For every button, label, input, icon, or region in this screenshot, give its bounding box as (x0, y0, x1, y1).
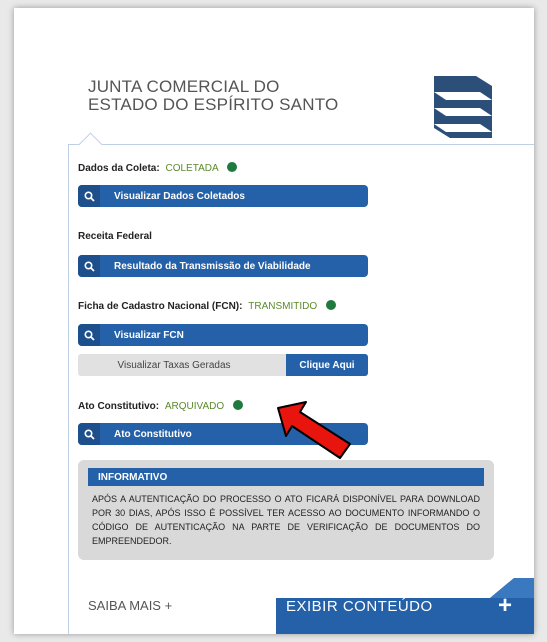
button-label: Ato Constitutivo (114, 428, 192, 440)
fcn-label: Ficha de Cadastro Nacional (FCN): TRANSM… (78, 300, 336, 312)
button-label: Resultado da Transmissão de Viabilidade (114, 260, 311, 272)
informativo-box: INFORMATIVO APÓS A AUTENTICAÇÃO DO PROCE… (78, 460, 494, 560)
coleta-status: COLETADA (165, 163, 219, 174)
process-panel (68, 144, 534, 634)
button-label: Visualizar FCN (114, 329, 184, 341)
saiba-mais-link[interactable]: SAIBA MAIS + (88, 598, 172, 613)
page: JUNTA COMERCIAL DO ESTADO DO ESPÍRITO SA… (14, 8, 534, 634)
fcn-status: TRANSMITIDO (248, 301, 318, 312)
status-dot-icon (227, 162, 238, 172)
clique-aqui-button[interactable]: Clique Aqui (286, 354, 368, 376)
title-line-1: JUNTA COMERCIAL DO (88, 77, 280, 96)
taxas-text: Visualizar Taxas Geradas (117, 359, 231, 371)
search-icon (78, 423, 100, 445)
status-dot-icon (232, 400, 243, 410)
informativo-title: INFORMATIVO (88, 468, 484, 486)
plus-icon: + (498, 592, 513, 619)
page-title: JUNTA COMERCIAL DO ESTADO DO ESPÍRITO SA… (88, 78, 338, 114)
receita-label: Receita Federal (78, 231, 152, 242)
visualizar-dados-coletados-button[interactable]: Visualizar Dados Coletados (78, 185, 368, 207)
red-arrow-icon (277, 401, 351, 459)
junta-logo-icon (434, 76, 492, 138)
visualizar-fcn-button[interactable]: Visualizar FCN (78, 324, 368, 346)
taxas-bar: Visualizar Taxas Geradas Clique Aqui (78, 354, 368, 376)
exibir-label: EXIBIR CONTEÚDO (286, 598, 433, 615)
ato-label: Ato Constitutivo: ARQUIVADO (78, 400, 243, 412)
ato-status: ARQUIVADO (164, 401, 225, 412)
coleta-label: Dados da Coleta: COLETADA (78, 162, 238, 174)
status-dot-icon (325, 300, 336, 310)
title-line-2: ESTADO DO ESPÍRITO SANTO (88, 95, 339, 114)
button-label: Visualizar Dados Coletados (114, 190, 245, 202)
exibir-conteudo-button[interactable]: EXIBIR CONTEÚDO + (276, 578, 534, 634)
search-icon (78, 185, 100, 207)
search-icon (78, 255, 100, 277)
informativo-text: APÓS A AUTENTICAÇÃO DO PROCESSO O ATO FI… (92, 494, 480, 546)
search-icon (78, 324, 100, 346)
resultado-transmissao-button[interactable]: Resultado da Transmissão de Viabilidade (78, 255, 368, 277)
